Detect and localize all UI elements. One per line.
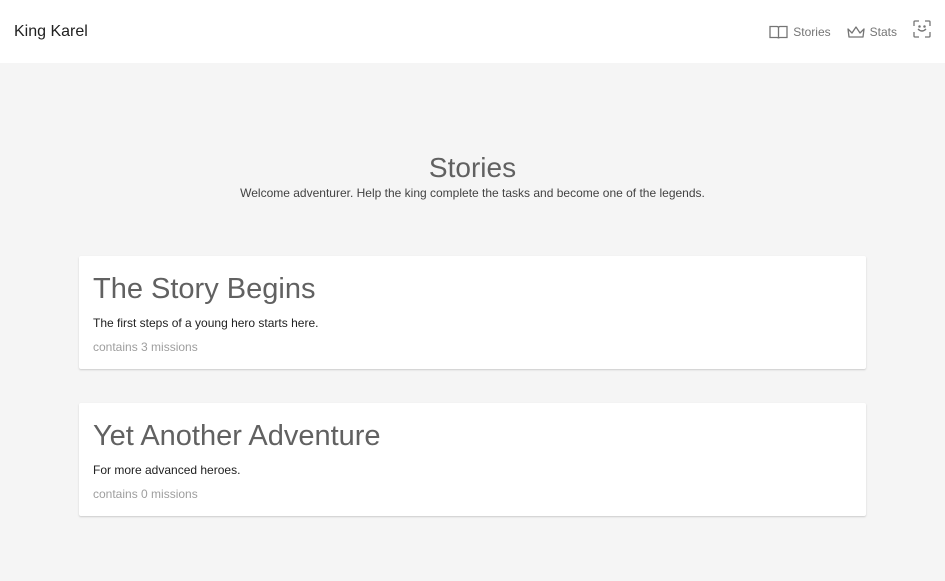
story-mission-count: contains 0 missions — [93, 487, 198, 501]
nav-stats-label: Stats — [869, 24, 897, 39]
story-list: The Story Begins The first steps of a yo… — [79, 256, 866, 516]
top-app-bar: King Karel Stories Stats — [0, 0, 945, 63]
story-card[interactable]: Yet Another Adventure For more advanced … — [79, 403, 866, 516]
nav-stories-label: Stories — [793, 24, 831, 39]
fullscreen-icon — [913, 20, 931, 43]
page-title: Stories — [428, 152, 517, 183]
page-subtitle: Welcome adventurer. Help the king comple… — [240, 186, 705, 200]
fullscreen-button[interactable] — [913, 20, 931, 43]
story-title: The Story Begins — [93, 273, 316, 305]
top-nav: Stories Stats — [753, 0, 931, 63]
story-title: Yet Another Adventure — [93, 420, 381, 452]
story-description: The first steps of a young hero starts h… — [93, 316, 319, 330]
nav-stats-button[interactable]: Stats — [846, 24, 897, 39]
story-mission-count: contains 3 missions — [93, 340, 198, 354]
story-description: For more advanced heroes. — [93, 463, 241, 477]
story-card[interactable]: The Story Begins The first steps of a yo… — [79, 256, 866, 369]
nav-stories-button[interactable]: Stories — [769, 24, 831, 39]
app-title[interactable]: King Karel — [14, 23, 88, 41]
crown-icon — [846, 25, 865, 39]
book-open-icon — [769, 24, 788, 39]
page-header: Stories Welcome adventurer. Help the kin… — [0, 150, 945, 200]
